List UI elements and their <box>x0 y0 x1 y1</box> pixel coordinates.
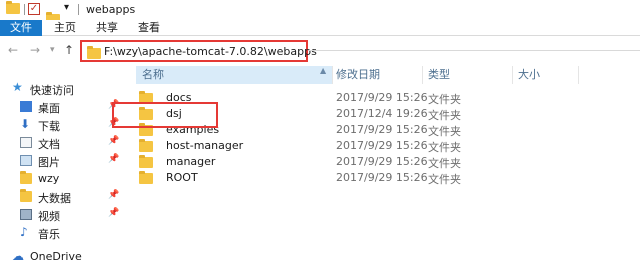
column-divider[interactable] <box>512 66 513 84</box>
file-type: 文件夹 <box>428 157 461 170</box>
star-icon: ★ <box>12 80 23 94</box>
folder-icon <box>139 171 153 184</box>
file-date: 2017/9/29 15:26 <box>336 91 428 104</box>
folder-icon <box>139 139 153 152</box>
sidebar-item-quick-access[interactable]: ★ 快速访问 <box>10 80 114 98</box>
sidebar-item-onedrive[interactable]: ☁ OneDrive <box>10 248 114 260</box>
sidebar-item-label: 下载 <box>38 120 60 133</box>
tab-home[interactable]: 主页 <box>50 20 80 36</box>
sidebar-item-downloads[interactable]: ⬇ 下载 📌 <box>18 116 122 134</box>
recent-locations-icon[interactable]: ▾ <box>50 45 55 55</box>
sidebar-item-music[interactable]: ♪ 音乐 <box>18 224 122 242</box>
up-arrow-icon[interactable]: ↑ <box>64 43 74 57</box>
address-path: F:\wzy\apache-tomcat-7.0.82\webapps <box>104 45 317 58</box>
file-date: 2017/9/29 15:26 <box>336 139 428 152</box>
sidebar-item-documents[interactable]: 文档 📌 <box>18 134 122 152</box>
pin-icon[interactable]: 📌 <box>108 136 119 146</box>
sidebar-item-desktop[interactable]: 桌面 📌 <box>18 98 122 116</box>
sidebar-item-videos[interactable]: 视频 📌 <box>18 206 122 224</box>
document-icon <box>20 137 32 148</box>
sidebar-item-label: 音乐 <box>38 228 60 241</box>
file-date: 2017/9/29 15:26 <box>336 155 428 168</box>
file-date: 2017/9/29 15:26 <box>336 123 428 136</box>
tab-view[interactable]: 查看 <box>134 20 164 36</box>
ribbon-tabs: 文件 主页 共享 查看 <box>0 20 640 36</box>
folder-icon <box>6 1 20 14</box>
column-header-name[interactable]: 名称 ▲ <box>136 66 332 84</box>
pin-icon[interactable]: 📌 <box>108 208 119 218</box>
back-arrow-icon[interactable]: ← <box>8 43 18 57</box>
file-name: ROOT <box>166 171 198 184</box>
file-type: 文件夹 <box>428 109 461 122</box>
column-divider[interactable] <box>578 66 579 84</box>
list-item[interactable]: host-manager 2017/9/29 15:26 文件夹 <box>136 138 640 154</box>
folder-icon <box>20 171 32 184</box>
divider <box>24 4 25 15</box>
pin-icon[interactable]: 📌 <box>108 154 119 164</box>
file-type: 文件夹 <box>428 93 461 106</box>
file-date: 2017/12/4 19:26 <box>336 107 428 120</box>
file-list: 名称 ▲ 修改日期 类型 大小 docs 2017/9/29 15:26 文件夹… <box>122 66 640 260</box>
file-name: manager <box>166 155 216 168</box>
picture-icon <box>20 155 32 166</box>
video-icon <box>20 209 32 220</box>
folder-icon <box>87 46 101 59</box>
column-header-type[interactable]: 类型 <box>428 66 508 84</box>
desktop-icon <box>20 101 32 112</box>
address-bar-extension <box>308 50 640 51</box>
sidebar-item-label: 快速访问 <box>30 84 74 97</box>
sidebar-item-label: 大数据 <box>38 192 71 205</box>
file-name: host-manager <box>166 139 244 152</box>
sidebar-item-label: OneDrive <box>30 250 82 260</box>
column-header-size[interactable]: 大小 <box>518 66 578 84</box>
music-icon: ♪ <box>20 225 28 239</box>
sidebar-item-label: wzy <box>38 172 60 185</box>
folder-icon <box>20 189 32 202</box>
tab-file[interactable]: 文件 <box>0 20 42 36</box>
column-header-date[interactable]: 修改日期 <box>336 66 418 84</box>
file-type: 文件夹 <box>428 125 461 138</box>
sidebar-item-label: 图片 <box>38 156 60 169</box>
download-icon: ⬇ <box>20 117 31 131</box>
customize-toolbar-icon[interactable]: ▾ <box>64 2 69 13</box>
sidebar-item-wzy[interactable]: wzy <box>18 170 122 188</box>
file-type: 文件夹 <box>428 173 461 186</box>
file-date: 2017/9/29 15:26 <box>336 171 428 184</box>
list-item[interactable]: ROOT 2017/9/29 15:26 文件夹 <box>136 170 640 186</box>
column-divider[interactable] <box>422 66 423 84</box>
highlight-box <box>112 102 218 128</box>
column-divider[interactable] <box>332 66 333 84</box>
title-bar: ✓ ▾ webapps <box>0 0 640 25</box>
sidebar-item-pictures[interactable]: 图片 📌 <box>18 152 122 170</box>
address-bar[interactable]: F:\wzy\apache-tomcat-7.0.82\webapps <box>80 40 317 62</box>
sidebar-item-label: 视频 <box>38 210 60 223</box>
properties-icon[interactable]: ✓ <box>28 3 40 15</box>
sidebar-item-big-data[interactable]: 大数据 📌 <box>18 188 122 206</box>
tab-share[interactable]: 共享 <box>92 20 122 36</box>
column-label: 名称 <box>142 68 164 81</box>
cloud-icon: ☁ <box>12 249 24 260</box>
folder-icon <box>139 155 153 168</box>
navigation-pane: ★ 快速访问 桌面 📌 ⬇ 下载 📌 文档 📌 图片 📌 wzy 大数据 📌 视… <box>0 66 122 260</box>
sidebar-item-label: 文档 <box>38 138 60 151</box>
pin-icon[interactable]: 📌 <box>108 190 119 200</box>
window-title: webapps <box>86 3 136 16</box>
forward-arrow-icon[interactable]: → <box>30 43 40 57</box>
sidebar-item-label: 桌面 <box>38 102 60 115</box>
divider <box>78 4 79 15</box>
sort-ascending-icon: ▲ <box>320 66 327 75</box>
list-item[interactable]: manager 2017/9/29 15:26 文件夹 <box>136 154 640 170</box>
file-type: 文件夹 <box>428 141 461 154</box>
